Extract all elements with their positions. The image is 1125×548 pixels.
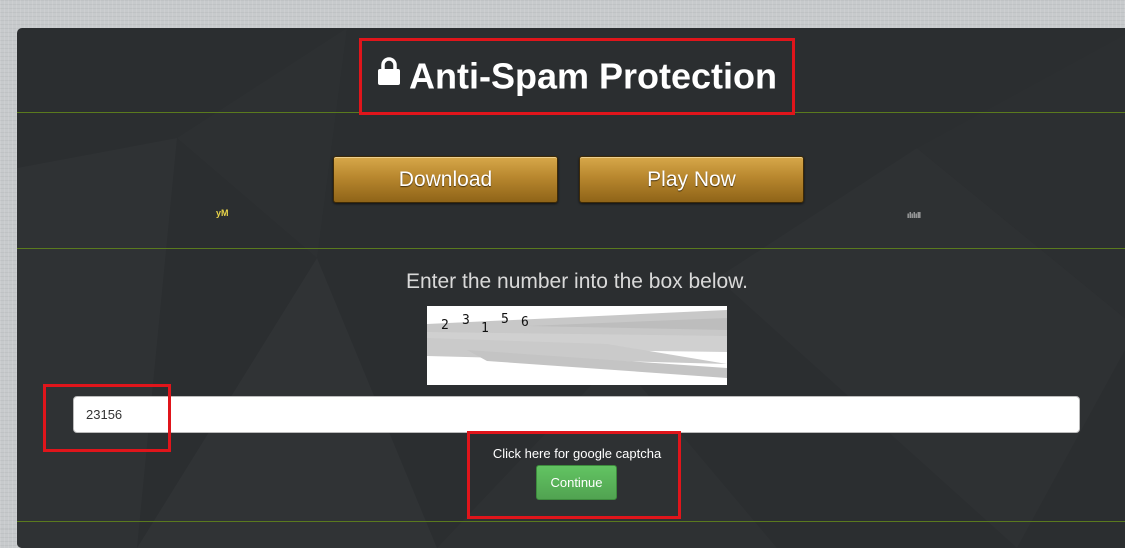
captcha-digit: 2 <box>441 318 449 333</box>
captcha-digit: 6 <box>521 315 529 330</box>
highlight-box-continue <box>467 431 681 519</box>
highlight-box-title <box>359 38 795 115</box>
highlight-box-answer <box>43 384 171 452</box>
captcha-digits: 2 3 1 5 6 <box>427 306 727 385</box>
divider <box>17 521 1125 522</box>
download-button[interactable]: Download <box>333 156 558 203</box>
captcha-answer-input[interactable] <box>73 396 1080 433</box>
captcha-digit: 5 <box>501 312 509 327</box>
captcha-image: 2 3 1 5 6 <box>427 306 727 385</box>
small-barcode-mark: ılılıll <box>907 211 921 220</box>
captcha-digit: 3 <box>462 313 470 328</box>
captcha-digit: 1 <box>481 321 489 336</box>
captcha-instruction: Enter the number into the box below. <box>405 270 749 293</box>
small-logo-mark: yM <box>216 208 229 218</box>
play-now-button[interactable]: Play Now <box>579 156 804 203</box>
divider <box>17 248 1125 249</box>
